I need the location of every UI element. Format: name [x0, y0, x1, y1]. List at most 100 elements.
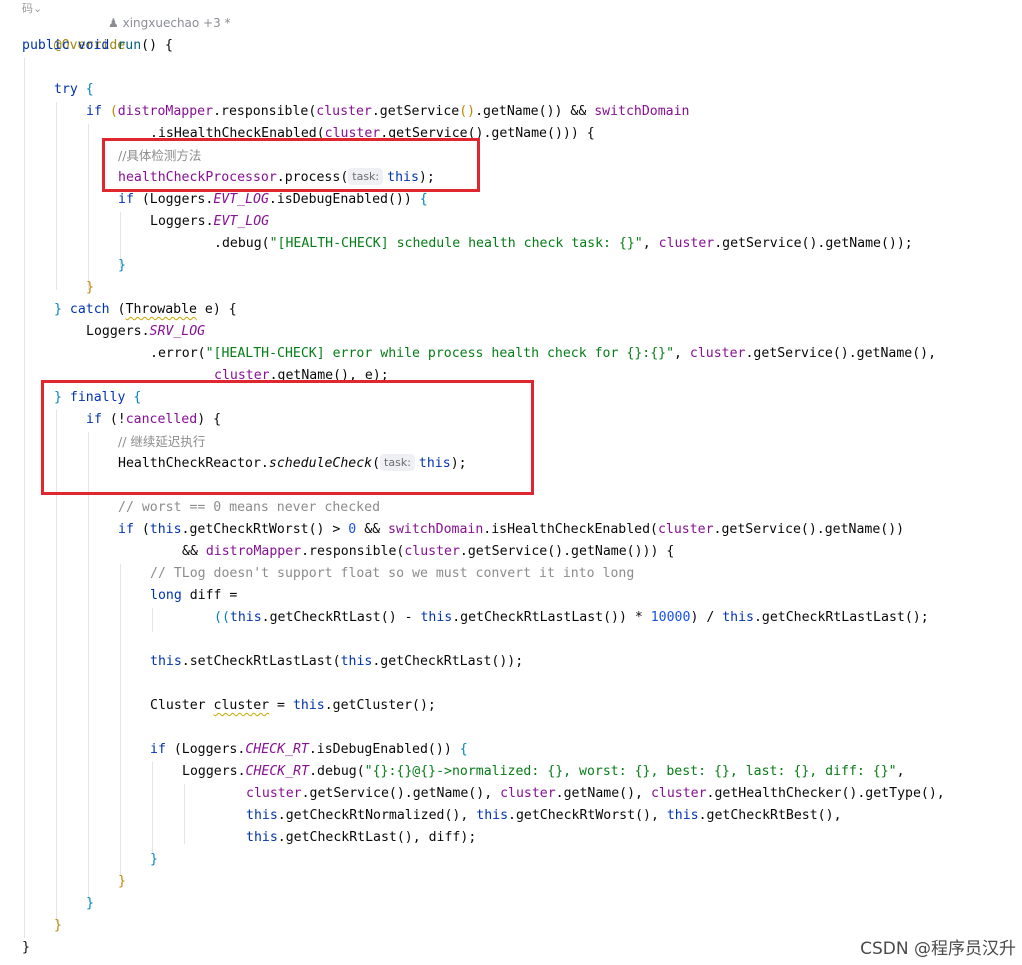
code-text: .responsible( [213, 104, 317, 119]
highlight-box-process [102, 138, 480, 192]
code-text: .getService().getName(), [745, 346, 937, 361]
local-variable: cluster [213, 698, 270, 713]
code-line: this.setCheckRtLastLast(this.getCheckRtL… [150, 651, 523, 673]
string-literal: "{}:{}@{}->normalized: {}, worst: {}, be… [364, 764, 897, 779]
code-text: .getService [371, 104, 460, 119]
code-text: () { [141, 38, 173, 53]
code-text: .getCluster(); [324, 698, 436, 713]
code-text: .getCheckRtWorst() [181, 522, 325, 537]
code-text: .debug( [309, 764, 365, 779]
static-field: CHECK_RT [245, 764, 310, 779]
author-hint-text: xingxuechao +3 * [122, 16, 231, 30]
class-name: Loggers [181, 742, 238, 757]
code-line: Loggers.CHECK_RT.debug("{}:{}@{}->normal… [182, 764, 905, 779]
class-name: Cluster [150, 698, 214, 713]
method-name: run [117, 38, 142, 53]
keyword: this [292, 698, 325, 713]
code-text: && [562, 104, 595, 119]
field-name: cluster [650, 786, 707, 801]
code-text: .getCheckRtWorst(), [508, 808, 667, 823]
class-name: Throwable [125, 302, 197, 317]
code-text: .getService().getName()) [713, 522, 905, 537]
code-text: ) / [690, 610, 723, 625]
code-line: && distroMapper.responsible(cluster.getS… [182, 541, 674, 563]
code-text: && [182, 544, 206, 559]
code-text: * [626, 610, 651, 625]
code-text: .getCheckRtLast(), diff); [277, 830, 477, 845]
code-text: } [150, 852, 158, 867]
code-text: .debug( [214, 236, 270, 251]
code-text: .getService().getName(), [301, 786, 501, 801]
code-text: = [269, 698, 293, 713]
code-line: // TLog doesn't support float so we must… [150, 563, 634, 585]
code-line: Cluster cluster = this.getCluster(); [150, 695, 436, 717]
string-literal: "[HEALTH-CHECK] error while process heal… [205, 346, 675, 361]
code-line: if (distroMapper.responsible(cluster.get… [86, 104, 690, 119]
code-line: .error("[HEALTH-CHECK] error while proce… [150, 343, 936, 365]
indent-guide [152, 762, 153, 854]
field-name: cluster [500, 786, 556, 801]
code-line: if (Loggers.CHECK_RT.isDebugEnabled()) { [150, 742, 468, 757]
indent-guide [88, 124, 89, 290]
code-line: .debug("[HEALTH-CHECK] schedule health c… [214, 233, 913, 255]
code-text: ())) { [547, 126, 595, 141]
code-text: { [77, 82, 94, 97]
author-inlay-hint[interactable]: ♟ xingxuechao +3 * [108, 12, 231, 34]
code-text: , [674, 346, 690, 361]
code-line: } [86, 277, 94, 299]
code-text: { [411, 192, 428, 207]
keyword: long [150, 588, 182, 603]
keyword: this [150, 654, 182, 669]
code-text: } [118, 258, 126, 273]
code-text: .getService().getName())) { [459, 544, 675, 559]
code-text: .isDebugEnabled() [268, 192, 404, 207]
code-text: } [54, 302, 62, 317]
keyword: this [246, 808, 278, 823]
code-text: (( [214, 610, 230, 625]
keyword: if [118, 192, 134, 207]
field-name: cluster [246, 786, 302, 801]
code-line: this.getCheckRtNormalized(), this.getChe… [246, 805, 842, 827]
code-text: } [118, 874, 126, 889]
code-text: } [54, 918, 62, 933]
code-text: } [86, 896, 94, 911]
code-text: - [396, 610, 421, 625]
code-line: } [22, 937, 30, 959]
keyword: this [246, 830, 278, 845]
field-name: distroMapper [205, 544, 302, 559]
code-line: ((this.getCheckRtLast() - this.getCheckR… [214, 607, 929, 629]
field-name: cluster [658, 236, 715, 251]
keyword: this [149, 522, 182, 537]
keyword: this [722, 610, 754, 625]
code-line: this.getCheckRtLast(), diff); [246, 827, 476, 849]
class-name: Loggers [149, 192, 206, 207]
code-line: // worst == 0 means never checked [118, 497, 380, 519]
code-text: .responsible( [301, 544, 405, 559]
code-line: @Override [22, 13, 125, 53]
code-editor[interactable]: 码⌄ ♟ xingxuechao +3 * @Override public v… [0, 0, 1022, 965]
code-line: } [86, 893, 94, 915]
field-name: switchDomain [388, 522, 484, 537]
indent-guide [24, 58, 25, 938]
code-line: } [118, 255, 126, 277]
field-name: cluster [404, 544, 460, 559]
code-text: } [22, 940, 30, 955]
indent-guide [184, 784, 185, 844]
keyword: void [77, 38, 110, 53]
code-text: && [356, 522, 389, 537]
code-text: > [324, 522, 349, 537]
keyword: if [118, 522, 134, 537]
indent-guide [120, 564, 121, 876]
field-name: cluster [316, 104, 372, 119]
code-line: } [118, 871, 126, 893]
code-line: long diff = [150, 585, 237, 607]
code-text: .getName(), [555, 786, 651, 801]
number-literal: 10000 [650, 610, 691, 625]
code-text: } [86, 280, 94, 295]
indent-guide [88, 432, 89, 900]
code-line: cluster.getService().getName(), cluster.… [246, 783, 945, 805]
class-name: Loggers [86, 324, 142, 339]
code-text: .getName [475, 104, 539, 119]
static-field: CHECK_RT [245, 742, 309, 757]
code-text: diff = [181, 588, 238, 603]
